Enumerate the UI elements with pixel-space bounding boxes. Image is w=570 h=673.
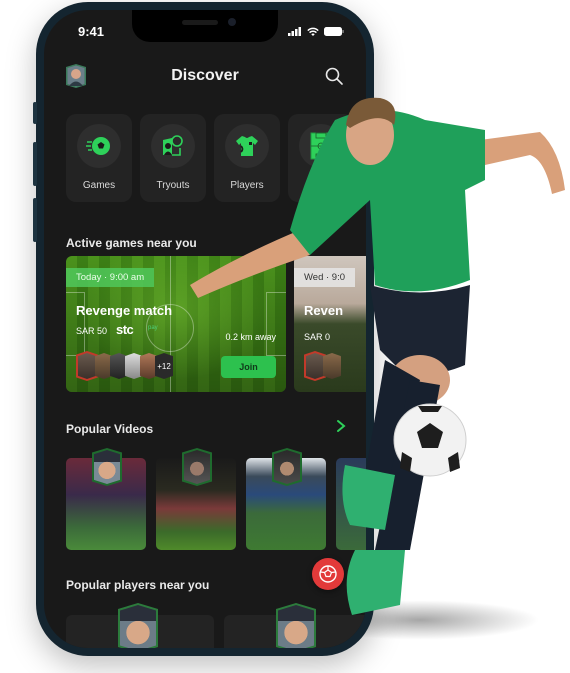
- soccer-ball-icon: [319, 565, 337, 583]
- player-card[interactable]: [66, 603, 214, 648]
- player-list: [66, 603, 366, 648]
- app-screen: 9:41 Discover Games Tryouts Players Fi A…: [44, 10, 366, 648]
- video-image: [336, 458, 366, 550]
- profile-avatar-icon: [66, 64, 86, 88]
- volume-down-button: [33, 198, 37, 242]
- soccer-ball: [393, 403, 467, 477]
- category-label: Players: [230, 180, 264, 191]
- active-games-title: Active games near you: [66, 236, 197, 250]
- ball-patch: [400, 452, 412, 472]
- category-games[interactable]: Games: [66, 114, 132, 202]
- game-time: Wed · 9:0: [294, 268, 356, 287]
- icon-circle: [77, 124, 121, 168]
- player-avatar: [276, 603, 316, 648]
- game-card[interactable]: Wed · 9:0 Reven SAR 0: [294, 256, 366, 392]
- category-label: Fi: [316, 180, 326, 191]
- video-thumbnail[interactable]: [66, 448, 146, 550]
- player-shorts: [370, 285, 470, 374]
- popular-players-title: Popular players near you: [66, 578, 210, 592]
- creator-avatar: [182, 448, 212, 486]
- category-label: Games: [82, 180, 116, 191]
- participant-avatar: [323, 353, 341, 379]
- mute-switch: [33, 102, 37, 124]
- pitch-marking: [66, 292, 85, 356]
- field-icon: [310, 132, 332, 160]
- game-price: SAR 0: [304, 332, 331, 342]
- ball-patch: [448, 452, 460, 472]
- game-price: SAR 50: [76, 326, 108, 336]
- ball-patch: [418, 406, 442, 412]
- soccer-ball-icon: [86, 137, 110, 155]
- game-distance: 0.2 km away: [225, 332, 276, 342]
- participant-avatars: [304, 351, 341, 381]
- participant-avatar: [304, 351, 326, 381]
- search-icon: [325, 67, 343, 85]
- sponsor-sub-logo: pay: [148, 325, 158, 331]
- chevron-right-icon: [337, 420, 346, 432]
- phone-mockup: 9:41 Discover Games Tryouts Players Fi A…: [33, 2, 374, 656]
- participant-avatars: +12: [76, 351, 173, 381]
- promo-stage: 9:41 Discover Games Tryouts Players Fi A…: [0, 0, 570, 673]
- video-thumbnail[interactable]: [336, 458, 366, 550]
- popular-videos-title: Popular Videos: [66, 422, 154, 436]
- category-tryouts[interactable]: Tryouts: [140, 114, 206, 202]
- status-icons: [288, 26, 344, 36]
- player-card[interactable]: [224, 603, 366, 648]
- video-list: [66, 448, 366, 550]
- player-arm: [480, 132, 565, 194]
- wifi-icon: [307, 27, 319, 36]
- game-time: Today · 9:00 am: [66, 268, 155, 287]
- icon-circle: [225, 124, 269, 168]
- category-label: Tryouts: [156, 180, 190, 191]
- game-card[interactable]: Today · 9:00 am Revenge match SAR 50 stc…: [66, 256, 286, 392]
- icon-circle: [299, 124, 343, 168]
- profile-avatar[interactable]: [66, 64, 86, 88]
- play-fab-button[interactable]: [312, 558, 344, 590]
- see-all-videos-button[interactable]: [334, 419, 348, 433]
- join-button[interactable]: Join: [221, 356, 276, 378]
- page-title: Discover: [171, 67, 239, 84]
- category-row: Games Tryouts Players Fi: [66, 114, 354, 202]
- game-title: Reven: [304, 303, 344, 318]
- creator-avatar: [272, 448, 302, 486]
- volume-up-button: [33, 142, 37, 186]
- pitch-marking: [266, 292, 286, 356]
- battery-icon: [324, 26, 344, 36]
- category-players[interactable]: Players: [214, 114, 280, 202]
- video-thumbnail[interactable]: [246, 448, 326, 550]
- game-title: Revenge match: [76, 303, 173, 318]
- category-fields[interactable]: Fi: [288, 114, 354, 202]
- tryout-icon: [163, 135, 183, 156]
- player-knee: [390, 355, 450, 405]
- status-bar: 9:41: [78, 23, 344, 39]
- ball-patch: [417, 423, 443, 448]
- player-avatar: [118, 603, 158, 648]
- sponsor-logo: stc: [116, 322, 134, 337]
- icon-circle: [151, 124, 195, 168]
- participant-avatar: [76, 351, 98, 381]
- more-participants-badge: +12: [155, 353, 173, 379]
- creator-avatar: [92, 448, 122, 486]
- video-thumbnail[interactable]: [156, 448, 236, 550]
- signal-icon: [288, 26, 301, 36]
- app-header: Discover: [44, 60, 366, 92]
- search-button[interactable]: [324, 66, 344, 86]
- jersey-icon: [236, 136, 258, 156]
- clock: 9:41: [78, 23, 105, 39]
- player-sock: [375, 380, 440, 550]
